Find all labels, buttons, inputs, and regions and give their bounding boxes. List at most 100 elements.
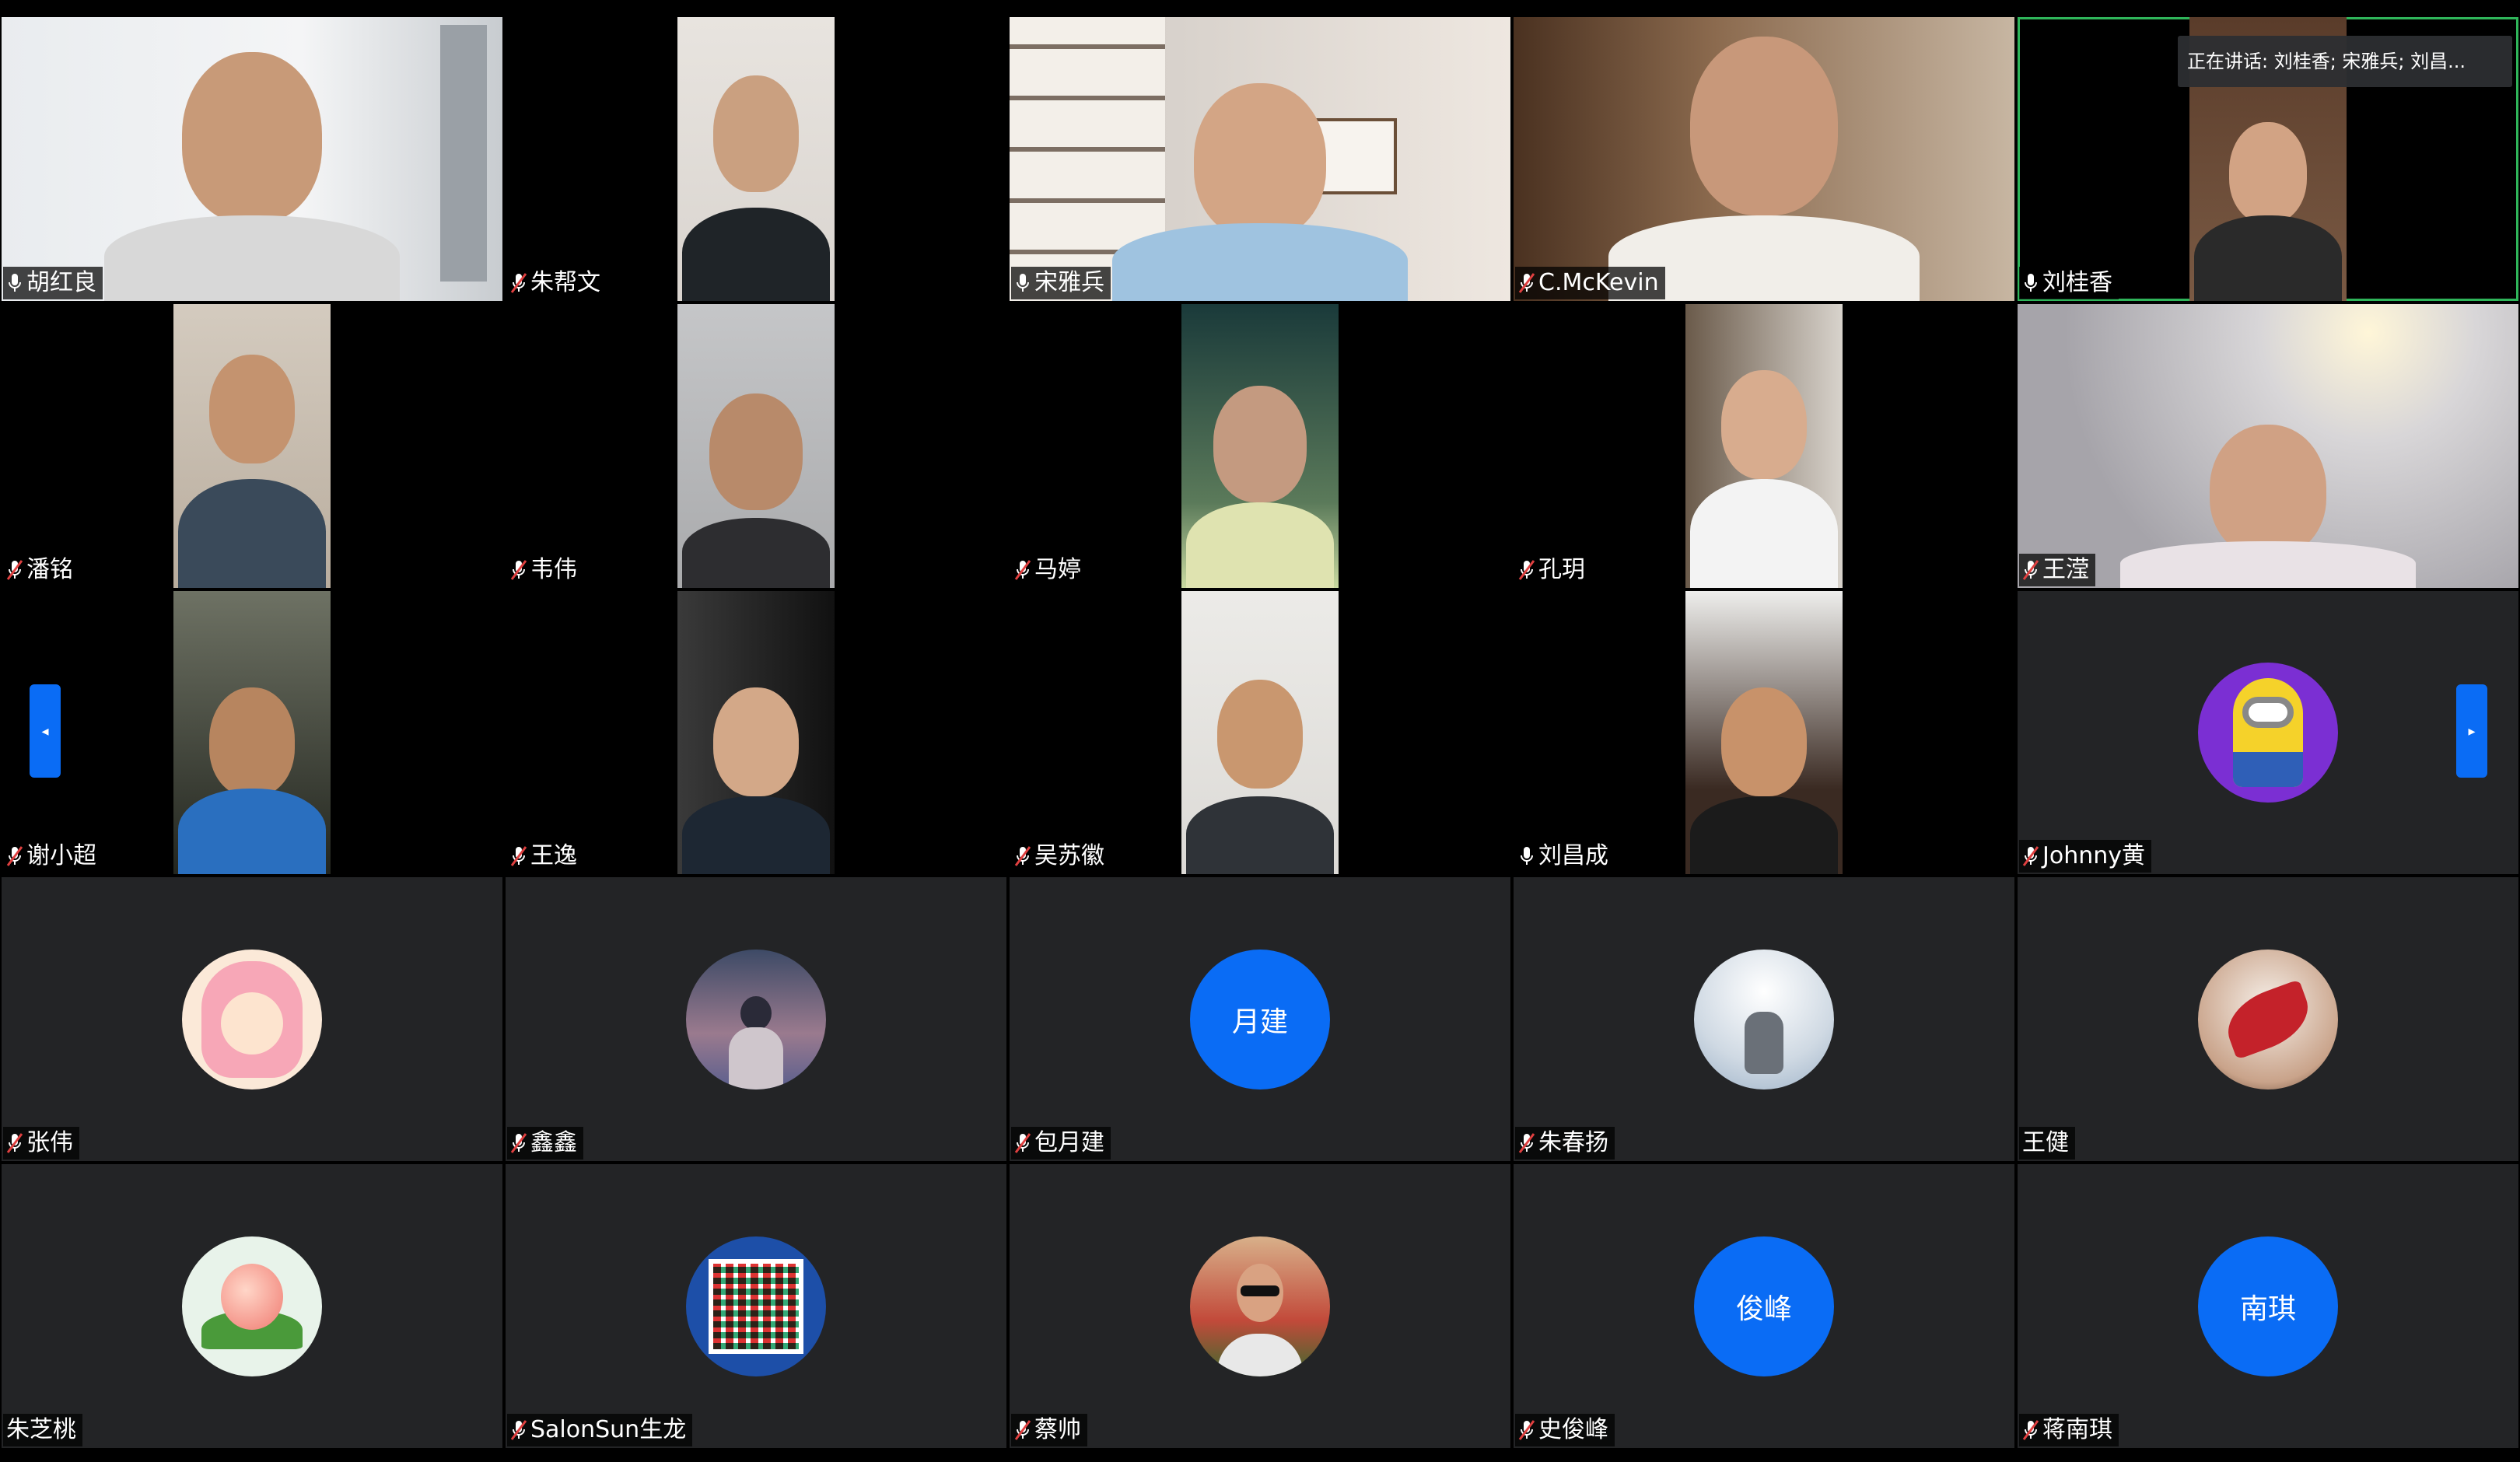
participant-name-label: Johnny黄 [2019,840,2151,873]
cartoon-girl-avatar-icon [201,960,303,1078]
participant-tile-19[interactable]: 朱春扬 [1514,877,2014,1162]
microphone-muted-icon [1014,845,1031,868]
participant-name-label: 包月建 [1011,1127,1111,1160]
participant-tile-12[interactable]: 王逸 [506,590,1006,875]
next-page-button[interactable]: ▸ [2456,684,2487,778]
microphone-muted-icon [1014,558,1031,582]
video-feed [2,303,502,588]
microphone-muted-icon [1518,558,1535,582]
participant-name-label: 潘铭 [3,553,79,586]
participant-name-label: 蒋南琪 [2019,1413,2119,1446]
video-feed [1514,590,2014,875]
microphone-muted-icon [2022,1418,2039,1442]
participant-tile-22[interactable]: SalonSun生龙 [506,1164,1006,1448]
minion-avatar-icon [2233,677,2303,787]
participant-tile-11[interactable]: 谢小超 [2,590,502,875]
participant-name-label: SalonSun生龙 [507,1413,693,1446]
cat-avatar-icon [1745,1011,1783,1074]
participant-tile-24[interactable]: 俊峰 史俊峰 [1514,1164,2014,1448]
video-feed [1010,17,1510,301]
participant-tile-23[interactable]: 蔡帅 [1010,1164,1510,1448]
avatar [2198,662,2338,803]
microphone-icon [6,271,23,295]
participant-tile-7[interactable]: 韦伟 [506,303,1006,588]
participant-tile-20[interactable]: 王健 [2018,877,2518,1162]
participant-tile-3[interactable]: 宋雅兵 [1010,17,1510,301]
participant-name-label: 马婷 [1011,553,1087,586]
video-feed [2,590,502,875]
participant-name-label: 胡红良 [3,266,103,299]
video-feed [506,303,1006,588]
participant-tile-25[interactable]: 南琪 蒋南琪 [2018,1164,2518,1448]
participant-name-label: 朱芝桃 [3,1413,82,1446]
peach-avatar-icon [201,1263,303,1349]
video-feed [2018,303,2518,588]
chevron-left-icon: ◂ [41,722,49,740]
participant-name-label: 王逸 [507,840,583,873]
avatar-initials: 南琪 [2198,1236,2338,1376]
participant-name-label: 朱春扬 [1515,1127,1615,1160]
participant-name-label: 蔡帅 [1011,1413,1087,1446]
previous-page-button[interactable]: ◂ [30,684,61,778]
microphone-muted-icon [510,271,527,295]
avatar [686,949,826,1090]
microphone-muted-icon [510,558,527,582]
participant-name-label: 朱帮文 [507,266,607,299]
avatar-initials: 俊峰 [1694,1236,1834,1376]
participant-tile-15[interactable]: Johnny黄 [2018,590,2518,875]
participant-name-label: 刘桂香 [2019,266,2119,299]
participant-tile-1[interactable]: 胡红良 [2,17,502,301]
participant-tile-10[interactable]: 王滢 [2018,303,2518,588]
video-feed [2,17,502,301]
video-feed [506,17,1006,301]
avatar [2198,949,2338,1090]
participant-tile-18[interactable]: 月建 包月建 [1010,877,1510,1162]
avatar [1694,949,1834,1090]
video-feed [1010,303,1510,588]
participant-name-label: 孔玥 [1515,553,1591,586]
microphone-muted-icon [6,845,23,868]
microphone-icon [1518,845,1535,868]
qr-code-avatar-icon [709,1258,803,1354]
microphone-muted-icon [1014,1131,1031,1155]
microphone-muted-icon [510,1131,527,1155]
participant-tile-16[interactable]: 张伟 [2,877,502,1162]
avatar-initials: 月建 [1190,949,1330,1090]
participant-name-label: 宋雅兵 [1011,266,1111,299]
participant-name-label: 吴苏徽 [1011,840,1111,873]
avatar [182,949,322,1090]
microphone-muted-icon [6,558,23,582]
video-feed [1514,17,2014,301]
participant-name-label: 史俊峰 [1515,1413,1615,1446]
participant-tile-17[interactable]: 鑫鑫 [506,877,1006,1162]
participant-name-label: C.McKevin [1515,266,1665,299]
microphone-muted-icon [2022,558,2039,582]
silhouette-avatar-icon [729,995,783,1090]
microphone-muted-icon [510,845,527,868]
participant-tile-8[interactable]: 马婷 [1010,303,1510,588]
participant-tile-2[interactable]: 朱帮文 [506,17,1006,301]
participant-name-label: 鑫鑫 [507,1127,583,1160]
participant-name-label: 刘昌成 [1515,840,1615,873]
participant-tile-14[interactable]: 刘昌成 [1514,590,2014,875]
participant-tile-6[interactable]: 潘铭 [2,303,502,588]
microphone-muted-icon [1014,1418,1031,1442]
participant-tile-21[interactable]: 朱芝桃 [2,1164,502,1448]
avatar [1190,1236,1330,1376]
participant-name-label: 张伟 [3,1127,79,1160]
microphone-muted-icon [1518,1418,1535,1442]
microphone-muted-icon [2022,845,2039,868]
microphone-icon [2022,271,2039,295]
participant-tile-13[interactable]: 吴苏徽 [1010,590,1510,875]
participant-tile-9[interactable]: 孔玥 [1514,303,2014,588]
active-speakers-banner: 正在讲话: 刘桂香; 宋雅兵; 刘昌... [2178,36,2512,87]
video-feed [506,590,1006,875]
participant-tile-4[interactable]: C.McKevin [1514,17,2014,301]
microphone-muted-icon [510,1418,527,1442]
avatar [182,1236,322,1376]
person-photo-avatar-icon [1217,1256,1303,1376]
chevron-right-icon: ▸ [2468,722,2476,740]
red-leaf-avatar-icon [2218,979,2318,1060]
video-feed [1010,590,1510,875]
participant-name-label: 王滢 [2019,553,2095,586]
